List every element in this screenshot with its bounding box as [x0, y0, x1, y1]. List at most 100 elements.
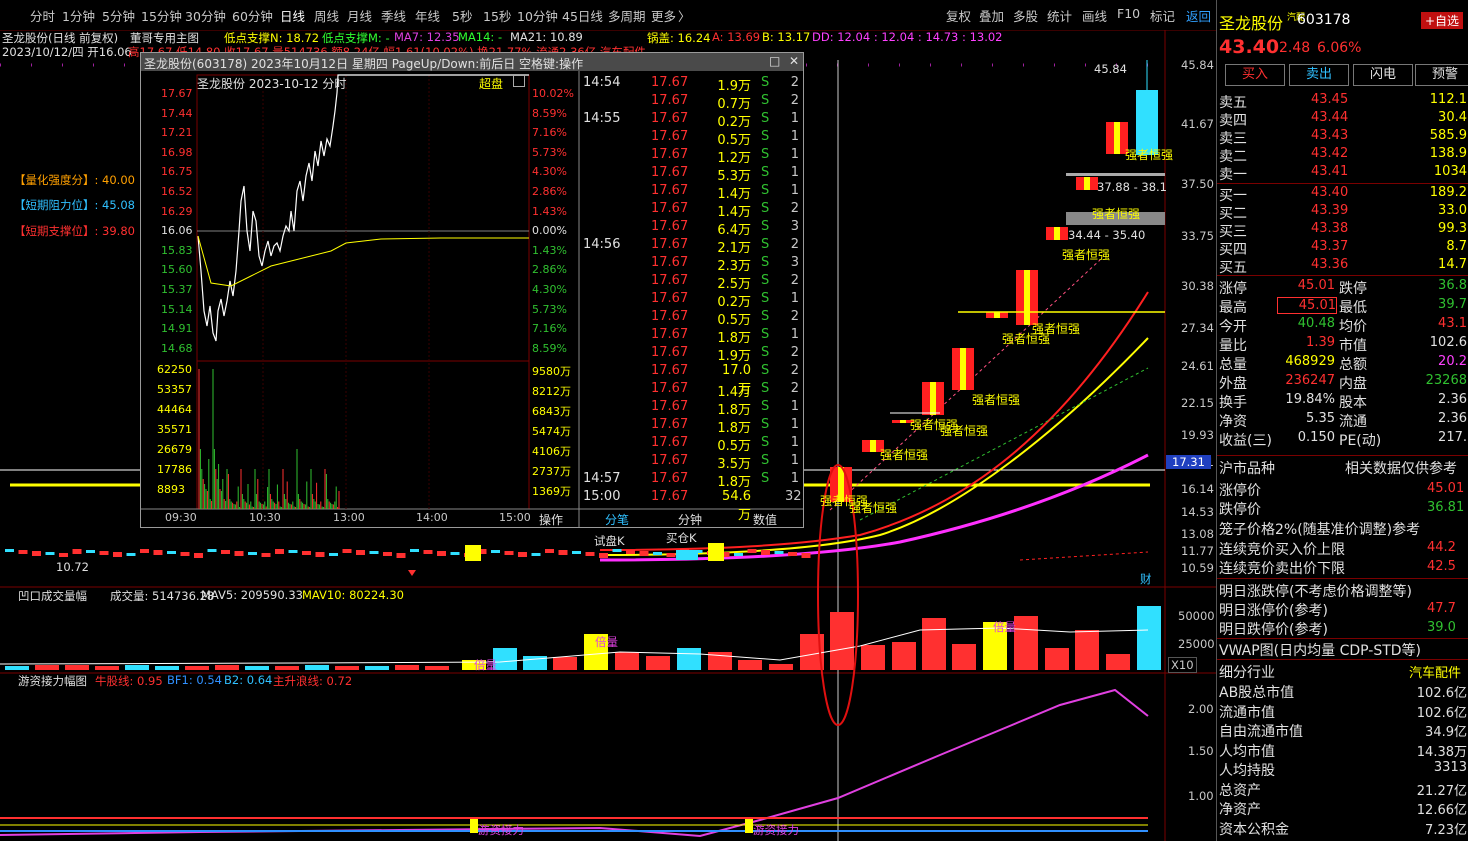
- low-label: 10.72: [56, 560, 89, 574]
- period-2[interactable]: 5分钟: [102, 6, 135, 25]
- period-4[interactable]: 30分钟: [185, 6, 226, 25]
- intraday-popup[interactable]: 圣龙股份(603178) 2023年10月12日 星期四 PageUp/Down…: [140, 52, 804, 528]
- popup-tab-3[interactable]: 数值: [753, 511, 777, 528]
- small-candle: [465, 545, 481, 561]
- trade-volume: 1.2万: [717, 151, 751, 166]
- ask-volume: 1034: [1433, 164, 1467, 179]
- trade-price: 17.67: [651, 219, 689, 234]
- tool-6[interactable]: 标记: [1150, 6, 1175, 25]
- tool-7[interactable]: 返回: [1186, 6, 1211, 25]
- period-16[interactable]: 更多: [651, 6, 676, 25]
- more-arrow-icon[interactable]: 〉: [678, 6, 691, 25]
- small-candle: [545, 549, 554, 553]
- trade-side: S: [761, 237, 770, 252]
- small-candle: [734, 553, 743, 556]
- period-0[interactable]: 分时: [30, 6, 55, 25]
- intraday-pct-tick: 10.02%: [532, 87, 574, 100]
- tool-5[interactable]: F10: [1117, 6, 1140, 21]
- ma21-value: MA21: 10.89: [510, 30, 583, 44]
- trade-row: 14:56 17.67 2.1万 S 2: [581, 237, 801, 256]
- small-candle: [275, 549, 284, 554]
- period-1[interactable]: 1分钟: [62, 6, 95, 25]
- ask-volume: 112.1: [1429, 92, 1467, 107]
- tool-1[interactable]: 叠加: [979, 6, 1004, 25]
- trade-volume: 5.3万: [717, 169, 751, 184]
- bid-volume: 8.7: [1446, 239, 1467, 254]
- double-vol-label-2: 倍量: [993, 620, 1016, 634]
- period-5[interactable]: 60分钟: [232, 6, 273, 25]
- action-button-3[interactable]: 预警: [1415, 64, 1468, 86]
- vol-indicator-name[interactable]: 凹口成交量幅: [18, 588, 87, 604]
- section-divider: [1217, 659, 1468, 660]
- sub-indicator-name[interactable]: 游资接力幅图: [18, 673, 87, 689]
- date-line: 2023/10/12/四 开16.06: [2, 45, 132, 59]
- popup-tab-2[interactable]: 分钟: [678, 511, 702, 528]
- period-9[interactable]: 季线: [381, 6, 406, 25]
- stat-label: 流通: [1339, 414, 1367, 430]
- stat-label: 今开: [1219, 319, 1247, 335]
- trade-volume: 1.9万: [717, 349, 751, 364]
- tool-0[interactable]: 复权: [946, 6, 971, 25]
- data-disclaimer: 相关数据仅供参考: [1345, 461, 1457, 477]
- intraday-vol-tick-r: 4106万: [532, 445, 571, 458]
- period-14[interactable]: 45日线: [562, 6, 603, 25]
- intraday-vol-tick-r: 8212万: [532, 385, 571, 398]
- candle: [1076, 177, 1098, 190]
- small-candle: [72, 549, 82, 554]
- stat-label: 最低: [1339, 300, 1367, 316]
- volume-bar: [425, 666, 449, 670]
- close-icon[interactable]: ✕: [789, 54, 799, 68]
- stat-label: 收益(三): [1219, 433, 1272, 449]
- price-change: 2.48: [1279, 40, 1311, 56]
- restore-icon[interactable]: □: [769, 54, 780, 68]
- trade-time: 14:55: [583, 111, 621, 126]
- popup-tab-0[interactable]: 操作: [539, 511, 563, 528]
- period-7[interactable]: 周线: [314, 6, 339, 25]
- bid-price: 43.36: [1311, 257, 1349, 272]
- finance-marker[interactable]: 财: [1140, 571, 1152, 587]
- tool-4[interactable]: 画线: [1082, 6, 1107, 25]
- small-candle: [126, 553, 136, 556]
- period-6[interactable]: 日线: [280, 6, 305, 25]
- bid-volume: 189.2: [1429, 185, 1467, 200]
- info-value: 102.6亿: [1416, 705, 1467, 721]
- trade-side: S: [761, 291, 770, 306]
- action-button-2[interactable]: 闪电: [1353, 64, 1413, 86]
- volume-bar: [861, 645, 885, 670]
- period-12[interactable]: 15秒: [483, 6, 511, 25]
- action-button-1[interactable]: 卖出: [1289, 64, 1349, 86]
- intraday-price-tick: 14.91: [161, 322, 193, 336]
- period-13[interactable]: 10分钟: [517, 6, 558, 25]
- period-10[interactable]: 年线: [415, 6, 440, 25]
- period-3[interactable]: 15分钟: [141, 6, 182, 25]
- intraday-chart-title: 圣龙股份 2023-10-12 分时: [197, 77, 347, 91]
- pressure-label: 【短期阻力位】: 45.08: [14, 198, 135, 212]
- vol-axis-x10: X10: [1168, 657, 1197, 673]
- relay-label-1: 游资接力: [478, 823, 524, 837]
- popup-tab-1[interactable]: 分笔: [605, 511, 629, 528]
- intraday-pct-tick: 8.59%: [532, 341, 567, 355]
- period-toolbar: 分时 1分钟 5分钟 15分钟 30分钟 60分钟 日线 周线 月线 季线 年线 5秒 15秒 10分钟 4…: [0, 0, 1216, 31]
- info-value: 7.23亿: [1425, 822, 1467, 838]
- period-15[interactable]: 多周期: [608, 6, 646, 25]
- trade-count: 1: [790, 417, 799, 432]
- stat-value: 102.6: [1429, 335, 1467, 350]
- intraday-vol-tick-r: 9580万: [532, 365, 571, 378]
- period-11[interactable]: 5秒: [452, 6, 472, 25]
- add-watchlist-button[interactable]: +自选: [1421, 12, 1464, 29]
- period-8[interactable]: 月线: [347, 6, 372, 25]
- chaopan-label[interactable]: 超盘: [479, 75, 503, 92]
- tool-2[interactable]: 多股: [1013, 6, 1038, 25]
- popup-titlebar[interactable]: 圣龙股份(603178) 2023年10月12日 星期四 PageUp/Down…: [141, 53, 803, 71]
- action-button-0[interactable]: 买入: [1225, 64, 1285, 86]
- trade-count: 1: [790, 453, 799, 468]
- trade-count: 1: [790, 399, 799, 414]
- trade-price: 17.67: [651, 129, 689, 144]
- info-label: 人均市值: [1219, 743, 1275, 760]
- volume-bar: [155, 666, 179, 670]
- tool-3[interactable]: 统计: [1047, 6, 1072, 25]
- chaopan-toggle-icon[interactable]: [513, 75, 525, 87]
- ask-label: 卖五: [1219, 95, 1247, 111]
- trade-price: 17.67: [651, 471, 689, 486]
- intraday-price-tick: 15.60: [161, 263, 193, 277]
